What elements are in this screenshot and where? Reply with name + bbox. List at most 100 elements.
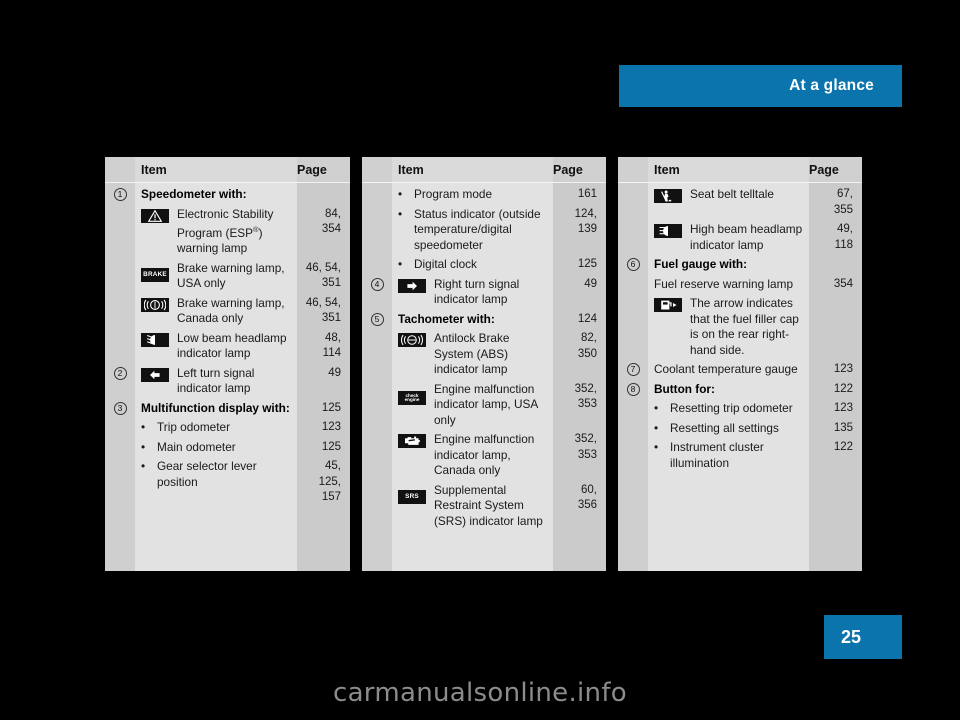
item-label: Electronic Stability Program (ESP®) warn… xyxy=(177,206,274,256)
bullet-marker: • xyxy=(654,401,659,415)
table-row: High beam headlamp indicator lamp 49, 118 xyxy=(618,218,862,253)
item-number-badge: 8 xyxy=(626,382,640,396)
page-reference-cell: 67, 355 xyxy=(833,188,853,216)
item-cell: • Trip odometer xyxy=(135,420,297,436)
row-number-gutter xyxy=(618,296,648,297)
table-row: • Resetting trip odometer 123 xyxy=(618,397,862,417)
item-cell: High beam headlamp indicator lamp xyxy=(648,222,809,253)
bullet-marker: • xyxy=(398,187,403,201)
indicator-icon-slot: check engine xyxy=(398,382,434,406)
item-label: Tachometer with: xyxy=(398,311,495,326)
row-number-gutter: 7 xyxy=(618,362,648,376)
registered-mark: ® xyxy=(253,225,259,234)
table-row: 6 Fuel gauge with: xyxy=(618,253,862,273)
page-reference-cell: 354 xyxy=(833,277,853,290)
page-reference-cell: 82, 350 xyxy=(577,332,597,360)
engine-malfunction-lamp-canada-icon xyxy=(398,434,426,448)
item-cell: Tachometer with: xyxy=(392,312,553,328)
bullet-marker: • xyxy=(654,420,659,435)
low-beam-headlamp-icon xyxy=(141,332,169,347)
item-label: Brake warning lamp, Canada only xyxy=(177,295,285,326)
page-reference-cell: 124, 139 xyxy=(574,207,597,236)
gutter-header-cell xyxy=(618,157,648,182)
table-row: • Status indicator (outside temperature/d… xyxy=(362,203,606,254)
row-number-gutter: 1 xyxy=(105,187,135,201)
table-row: • Main odometer 125 xyxy=(105,436,350,456)
page-reference-cell: 161 xyxy=(577,188,597,200)
page-reference-cell: 352, 353 xyxy=(574,433,597,461)
item-cell: Fuel gauge with: xyxy=(648,257,809,273)
indicator-icon-slot xyxy=(654,296,690,316)
item-label: Resetting all settings xyxy=(670,420,779,435)
page-number-badge: 25 xyxy=(824,615,902,659)
row-number-gutter xyxy=(618,277,648,278)
item-number-badge: 5 xyxy=(370,312,384,326)
item-cell: Left turn signal indicator lamp xyxy=(135,366,297,397)
page-reference-cell: 124 xyxy=(577,312,597,325)
table-row: Antilock Brake System (ABS) indicator la… xyxy=(362,327,606,378)
section-header-banner: At a glance xyxy=(619,65,902,107)
table-row: Electronic Stability Program (ESP®) warn… xyxy=(105,203,350,257)
column-header-page: Page xyxy=(809,157,862,182)
item-cell: Low beam headlamp indicator lamp xyxy=(135,331,297,362)
row-number-gutter xyxy=(105,459,135,460)
page-reference-cell: 123 xyxy=(833,363,853,375)
abs-indicator-lamp-icon xyxy=(398,333,426,347)
row-number-gutter xyxy=(362,382,392,383)
item-label: Coolant temperature gauge xyxy=(654,362,798,376)
item-label: Supplemental Restraint System (SRS) indi… xyxy=(434,482,543,528)
row-number-gutter xyxy=(618,222,648,223)
page-reference-cell: 135 xyxy=(833,421,853,434)
row-number-gutter xyxy=(618,401,648,402)
table-row: SRS Supplemental Restraint System (SRS) i… xyxy=(362,479,606,530)
row-number-gutter: 5 xyxy=(362,312,392,326)
table-body: • Program mode 161 • Status indicator (outsi… xyxy=(362,183,606,571)
table-row: • Trip odometer 123 xyxy=(105,416,350,436)
item-cell: • Resetting trip odometer xyxy=(648,401,809,417)
item-number-badge: 6 xyxy=(626,258,640,271)
row-number-gutter xyxy=(362,207,392,208)
table-body: Seat belt telltale 67, 355 High beam headl… xyxy=(618,183,862,571)
page-reference-cell: 46, 54, 351 xyxy=(305,261,341,290)
row-number-gutter xyxy=(362,331,392,332)
item-label: Multifunction display with: xyxy=(141,400,290,415)
watermark-text: carmanualsonline.info xyxy=(332,678,627,708)
item-label: Fuel gauge with: xyxy=(654,257,748,271)
item-cell: Electronic Stability Program (ESP®) warn… xyxy=(135,207,297,257)
row-number-gutter xyxy=(618,421,648,422)
item-label: Fuel reserve warning lamp xyxy=(654,276,793,291)
brake-warning-lamp-canada-icon xyxy=(141,297,169,312)
table-row: Low beam headlamp indicator lamp 48, 114 xyxy=(105,327,350,362)
item-cell: • Status indicator (outside temperature/d… xyxy=(392,207,553,254)
right-turn-signal-icon xyxy=(398,278,426,293)
item-label: Speedometer with: xyxy=(141,187,247,201)
bullet-marker: • xyxy=(141,439,146,454)
seat-belt-telltale-icon xyxy=(654,189,682,203)
table-header-row: Item Page xyxy=(105,157,350,183)
item-label: Engine malfunction indicator lamp, USA o… xyxy=(434,381,538,427)
column-header-page: Page xyxy=(553,157,606,182)
page-reference-cell: 122 xyxy=(833,382,853,395)
item-label: Button for: xyxy=(654,381,715,396)
column-header-item: Item xyxy=(654,163,680,177)
page-reference-cell: 125 xyxy=(321,440,341,453)
page-reference-cell: 122 xyxy=(833,441,853,453)
item-cell: Engine malfunction indicator lamp, Canad… xyxy=(392,432,553,479)
item-label: Status indicator (outside temperature/di… xyxy=(414,206,541,252)
brake-warning-lamp-usa-icon: BRAKE xyxy=(141,268,169,283)
table-row: 2 Left turn signal indicator lamp 49 xyxy=(105,362,350,397)
item-label: Right turn signal indicator lamp xyxy=(434,276,520,307)
fuel-filler-cap-arrow-icon xyxy=(654,298,682,312)
page-reference-cell: 45, 125, 157 xyxy=(318,460,341,504)
row-number-gutter: 3 xyxy=(105,401,135,415)
row-number-gutter xyxy=(362,432,392,433)
item-label: Gear selector lever position xyxy=(157,459,257,489)
indicator-icon-slot xyxy=(141,296,177,316)
item-cell: SRS Supplemental Restraint System (SRS) i… xyxy=(392,483,553,530)
page-reference-cell: 48, 114 xyxy=(322,331,341,360)
table-column-1: Item Page 1 Speedometer with: Electronic S… xyxy=(105,157,350,571)
row-number-gutter xyxy=(105,207,135,208)
indicator-icon-slot xyxy=(141,207,177,227)
row-number-gutter xyxy=(618,440,648,441)
page-reference-cell: 46, 54, 351 xyxy=(305,296,341,325)
